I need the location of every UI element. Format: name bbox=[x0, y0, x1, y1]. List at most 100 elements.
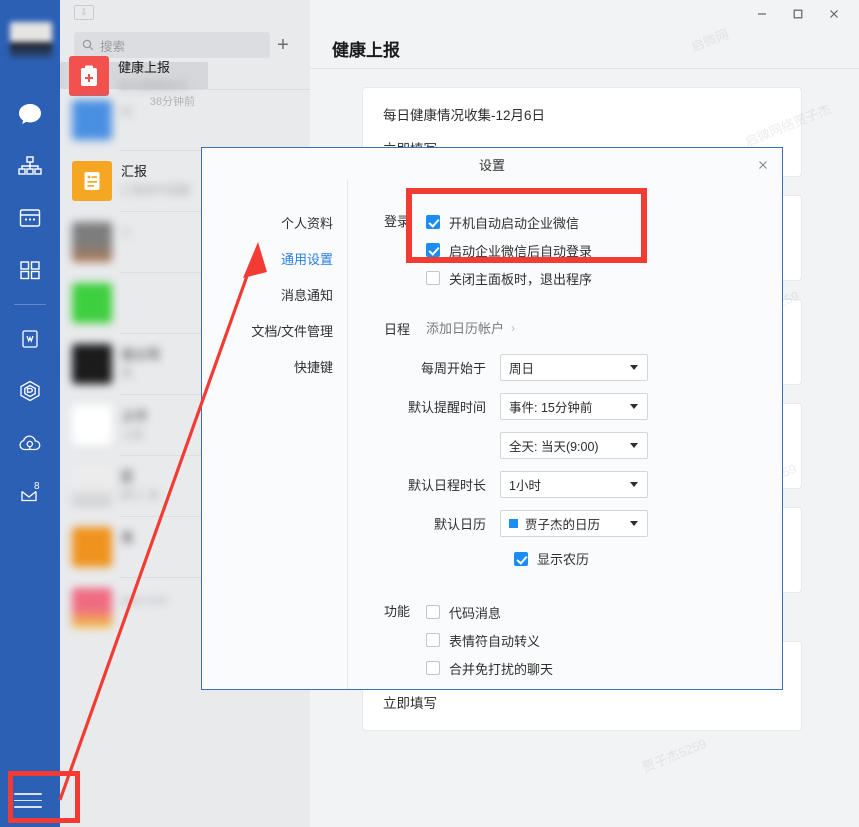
checkbox-label: 表情符自动转义 bbox=[449, 633, 541, 649]
checkbox[interactable] bbox=[426, 661, 440, 675]
list-item[interactable]: 健康上报 每日健康情况收集-... 38分钟前 bbox=[60, 55, 208, 108]
schedule-fields: 每周开始于 周日 默认提醒时间 事件: 15分钟前 全天: 当天(9:00) 默… bbox=[348, 354, 782, 568]
chevron-down-icon bbox=[630, 482, 638, 487]
checkbox-label: 合并免打扰的聊天 bbox=[449, 661, 554, 677]
calendar-color-swatch bbox=[509, 519, 518, 528]
dialog-close-button[interactable] bbox=[754, 156, 772, 174]
checkbox[interactable] bbox=[426, 271, 440, 285]
features-options: 代码消息 表情符自动转义 合并免打扰的聊天 聊天中收到的源文档自动保存到本地 bbox=[410, 598, 657, 690]
features-group-label: 功能 bbox=[383, 604, 410, 619]
search-input[interactable]: 搜索 bbox=[74, 32, 270, 58]
window-titlebar bbox=[310, 0, 859, 28]
avatar bbox=[72, 344, 112, 384]
select-default-reminder-allday[interactable]: 全天: 当天(9:00) bbox=[500, 432, 648, 459]
close-icon bbox=[830, 10, 838, 18]
add-calendar-label: 添加日历帐户 bbox=[426, 321, 505, 336]
chevron-down-icon bbox=[630, 443, 638, 448]
chevron-down-icon bbox=[630, 365, 638, 370]
avatar bbox=[72, 405, 112, 445]
download-icon[interactable]: ⇩ bbox=[74, 5, 94, 20]
field-default-calendar: 默认日历 贾子杰的日历 bbox=[348, 510, 782, 537]
field-label: 默认日历 bbox=[433, 517, 486, 532]
select-value: 事件: 15分钟前 bbox=[509, 401, 593, 415]
chevron-down-icon bbox=[630, 521, 638, 526]
minimize-button[interactable] bbox=[745, 2, 779, 26]
avatar bbox=[72, 283, 112, 323]
schedule-group-label: 日程 bbox=[383, 322, 410, 337]
avatar bbox=[72, 466, 112, 506]
workbench-icon[interactable] bbox=[0, 244, 60, 296]
close-icon bbox=[759, 161, 767, 169]
checkbox-row-merge-muted[interactable]: 合并免打扰的聊天 bbox=[426, 654, 657, 682]
login-highlight-box bbox=[406, 188, 647, 263]
nav-item-file-management[interactable]: 文档/文件管理 bbox=[202, 312, 347, 348]
field-week-start: 每周开始于 周日 bbox=[348, 354, 782, 381]
page-title: 健康上报 bbox=[332, 40, 400, 60]
checkbox[interactable] bbox=[426, 689, 440, 690]
checkbox-row-show-lunar[interactable]: 显示农历 bbox=[514, 549, 782, 568]
checkbox-row-code-message[interactable]: 代码消息 bbox=[426, 598, 657, 626]
calendar-icon[interactable] bbox=[0, 192, 60, 244]
checkbox-row-exit-on-close[interactable]: 关闭主面板时，退出程序 bbox=[426, 264, 592, 292]
nav-item-general[interactable]: 通用设置 bbox=[202, 240, 347, 276]
message-title: 每日健康情况收集-12月6日 bbox=[383, 108, 546, 123]
chat-icon[interactable] bbox=[0, 88, 60, 140]
mail-badge: 8 bbox=[34, 481, 40, 492]
cloud-drive-icon[interactable] bbox=[0, 417, 60, 469]
list-item-text: 的 bbox=[121, 100, 298, 121]
select-week-start[interactable]: 周日 bbox=[500, 354, 648, 381]
list-item-subtitle: 的 bbox=[121, 107, 133, 119]
app-rail: 8 bbox=[0, 0, 60, 827]
checkbox-label: 显示农历 bbox=[537, 552, 590, 567]
message-action[interactable]: 立即填写 bbox=[383, 692, 781, 712]
maximize-icon bbox=[793, 9, 803, 19]
avatar bbox=[72, 588, 112, 628]
avatar bbox=[72, 100, 112, 140]
field-label: 默认提醒时间 bbox=[407, 400, 486, 415]
select-value: 1小时 bbox=[509, 479, 541, 493]
close-button[interactable] bbox=[817, 2, 851, 26]
field-default-reminder-allday: 全天: 当天(9:00) bbox=[348, 432, 782, 459]
chevron-right-icon: › bbox=[511, 320, 516, 335]
chevron-down-icon bbox=[630, 404, 638, 409]
avatar bbox=[72, 527, 112, 567]
avatar bbox=[72, 222, 112, 262]
field-default-duration: 默认日程时长 1小时 bbox=[348, 471, 782, 498]
select-value: 周日 bbox=[509, 362, 535, 376]
checkbox[interactable] bbox=[426, 605, 440, 619]
list-item-title: 健康上报 bbox=[118, 59, 171, 75]
nav-item-profile[interactable]: 个人资料 bbox=[202, 204, 347, 240]
dialog-title: 设置 bbox=[478, 157, 505, 173]
clipboard-plus-icon bbox=[81, 65, 97, 86]
select-value: 全天: 当天(9:00) bbox=[509, 440, 599, 454]
rail-divider bbox=[14, 304, 46, 305]
checkbox[interactable] bbox=[514, 551, 528, 566]
nav-item-shortcuts[interactable]: 快捷键 bbox=[202, 348, 347, 384]
select-default-reminder-event[interactable]: 事件: 15分钟前 bbox=[500, 393, 648, 420]
field-label: 每周开始于 bbox=[420, 361, 486, 376]
mail-icon[interactable]: 8 bbox=[0, 469, 60, 521]
nav-item-notifications[interactable]: 消息通知 bbox=[202, 276, 347, 312]
checkbox-label: 代码消息 bbox=[449, 605, 502, 621]
list-item[interactable]: 的 bbox=[60, 90, 310, 150]
add-calendar-link[interactable]: 添加日历帐户 › bbox=[426, 316, 515, 337]
minimize-icon bbox=[758, 13, 766, 15]
contacts-org-icon[interactable] bbox=[0, 140, 60, 192]
checkbox-row-emoji-convert[interactable]: 表情符自动转义 bbox=[426, 626, 657, 654]
wedoc-icon[interactable] bbox=[0, 313, 60, 365]
avatar[interactable] bbox=[10, 22, 52, 58]
add-chat-button[interactable]: + bbox=[270, 35, 296, 55]
checkbox-row-autosave-docs[interactable]: 聊天中收到的源文档自动保存到本地 bbox=[426, 682, 657, 690]
checkbox-label: 聊天中收到的源文档自动保存到本地 bbox=[449, 687, 657, 690]
select-default-calendar[interactable]: 贾子杰的日历 bbox=[500, 510, 648, 537]
list-topbar: ⇩ bbox=[60, 0, 310, 28]
checkbox-label: 关闭主面板时，退出程序 bbox=[449, 271, 593, 287]
field-default-reminder: 默认提醒时间 事件: 15分钟前 bbox=[348, 393, 782, 420]
add-calendar-row[interactable]: 添加日历帐户 › bbox=[410, 316, 515, 338]
app-hex-icon[interactable] bbox=[0, 365, 60, 417]
dialog-titlebar: 设置 bbox=[202, 148, 782, 180]
checkbox[interactable] bbox=[426, 633, 440, 647]
maximize-button[interactable] bbox=[781, 2, 815, 26]
select-default-duration[interactable]: 1小时 bbox=[500, 471, 648, 498]
schedule-group: 日程 添加日历帐户 › bbox=[348, 316, 782, 338]
